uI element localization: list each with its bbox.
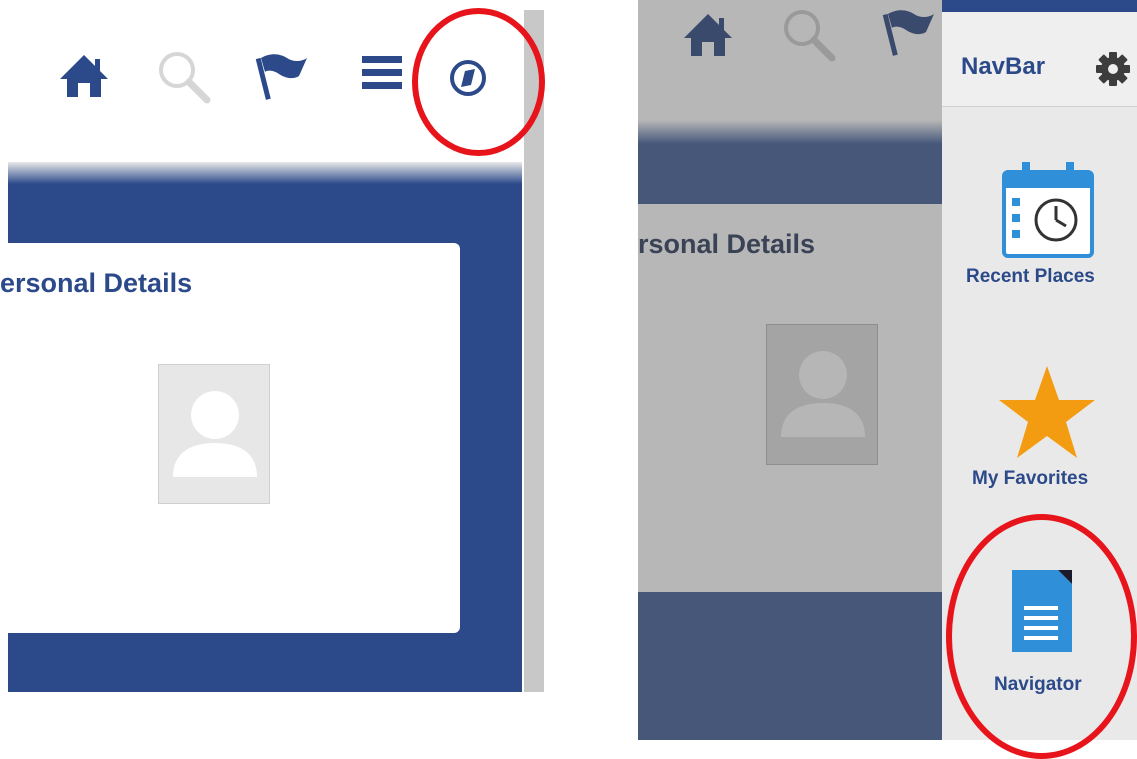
home-icon[interactable]	[58, 53, 110, 99]
navbar-item-my-favorites[interactable]: My Favorites	[942, 360, 1137, 500]
search-icon[interactable]	[155, 48, 211, 104]
annotation-circle	[946, 514, 1137, 759]
calendar-clock-icon	[1002, 162, 1094, 258]
tile-title: rsonal Details	[638, 229, 816, 259]
content-area-lower	[638, 592, 942, 740]
navbar-item-recent-places[interactable]: Recent Places	[942, 150, 1137, 300]
avatar	[158, 364, 270, 504]
header-shadow	[638, 120, 942, 144]
avatar	[766, 324, 878, 465]
star-icon	[999, 366, 1095, 458]
gear-icon[interactable]	[1095, 51, 1131, 87]
navbar-item-label: My Favorites	[972, 468, 1089, 489]
navbar-top-border	[942, 0, 1137, 12]
navbar-title: NavBar	[961, 53, 1046, 80]
flag-icon[interactable]	[255, 50, 311, 102]
flag-icon	[882, 10, 934, 56]
content-area	[638, 120, 942, 204]
search-icon	[784, 10, 836, 62]
header-shadow	[8, 162, 522, 184]
person-silhouette-icon	[173, 391, 257, 477]
navbar-item-label: Recent Places	[966, 266, 1095, 287]
annotation-circle	[412, 8, 545, 156]
home-icon	[684, 14, 732, 56]
person-silhouette-icon	[781, 351, 865, 437]
left-screenshot: ersonal Details	[0, 0, 545, 759]
tile-title: ersonal Details	[0, 268, 193, 298]
menu-icon[interactable]	[362, 56, 402, 90]
